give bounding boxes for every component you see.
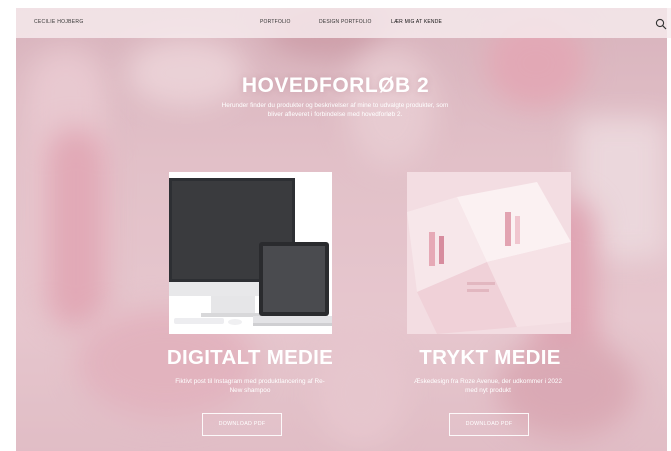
nav-portfolio[interactable]: PORTFOLIO	[260, 19, 291, 25]
digital-media-title: DIGITALT MEDIE	[166, 346, 334, 369]
top-navigation: CECILIE HOJBERG PORTFOLIO DESIGN PORTFOL…	[16, 8, 671, 38]
print-media-title: TRYKT MEDIE	[419, 346, 561, 369]
download-pdf-button-print[interactable]: DOWNLOAD PDF	[449, 413, 529, 436]
search-icon[interactable]	[655, 17, 667, 30]
digital-media-image[interactable]	[169, 172, 332, 334]
print-media-image[interactable]	[407, 172, 571, 334]
page-subtitle: Herunder finder du produkter og beskrive…	[221, 102, 449, 118]
nav-laer-mig-at-kende[interactable]: LÆR MIG AT KENDE	[391, 19, 442, 25]
brand-logo[interactable]: CECILIE HOJBERG	[34, 19, 84, 25]
print-media-description: Æskedesign fra Roze Avenue, der udkommer…	[413, 378, 562, 394]
page: CECILIE HOJBERG PORTFOLIO DESIGN PORTFOL…	[0, 0, 671, 451]
download-pdf-button-digital[interactable]: DOWNLOAD PDF	[202, 413, 282, 436]
nav-design-portfolio[interactable]: DESIGN PORTFOLIO	[319, 19, 372, 25]
digital-media-description: Fiktivt post til Instagram med produktla…	[175, 378, 325, 394]
page-title: HOVEDFORLØB 2	[241, 74, 430, 97]
